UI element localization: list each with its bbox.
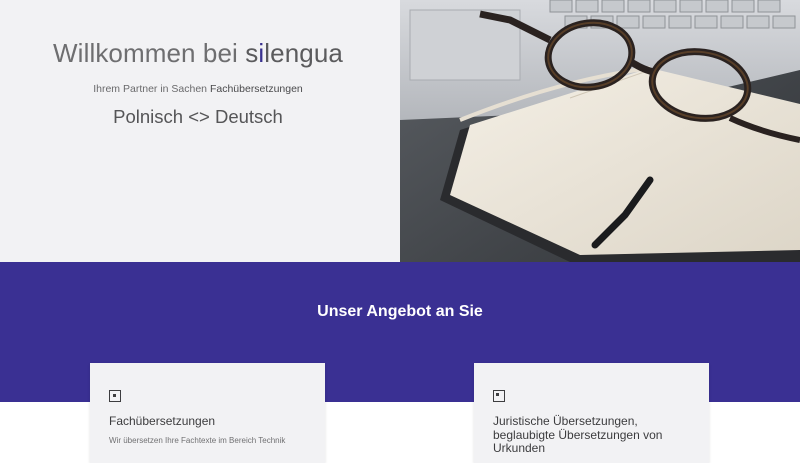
square-dot-icon xyxy=(109,390,121,402)
brand-rest: lengua xyxy=(264,38,343,68)
hero-subtitle-emphasis: Fachübersetzungen xyxy=(209,83,303,95)
hero-title-prefix: Willkommen bei xyxy=(53,38,246,68)
service-card-heading: Fachübersetzungen xyxy=(109,414,216,428)
hero-subtitle: Ihrem Partner in Sachen Fachübersetzunge… xyxy=(0,83,396,95)
offer-title: Unser Angebot an Sie xyxy=(317,303,483,320)
hero-image xyxy=(400,0,800,262)
brand-name: silengua xyxy=(245,38,343,68)
hero-text-panel: Willkommen bei silengua Ihrem Partner in… xyxy=(0,0,400,262)
brand-letter-s: s xyxy=(245,38,259,68)
hero-section: Willkommen bei silengua Ihrem Partner in… xyxy=(0,0,800,262)
hero-title: Willkommen bei silengua xyxy=(0,38,396,69)
language-pair: Polnisch <> Deutsch xyxy=(113,106,283,127)
glasses-notebook-illustration xyxy=(400,0,800,262)
service-card-heading: Juristische Übersetzungen, beglaubigte Ü… xyxy=(493,414,663,455)
square-dot-icon xyxy=(493,390,505,402)
service-card-legal[interactable]: Juristische Übersetzungen, beglaubigte Ü… xyxy=(474,363,709,463)
service-card-technical[interactable]: Fachübersetzungen Wir übersetzen Ihre Fa… xyxy=(90,363,325,463)
service-card-text: Wir übersetzen Ihre Fachtexte im Bereich… xyxy=(109,436,286,445)
hero-subtitle-prefix: Ihrem Partner in Sachen xyxy=(93,83,210,95)
